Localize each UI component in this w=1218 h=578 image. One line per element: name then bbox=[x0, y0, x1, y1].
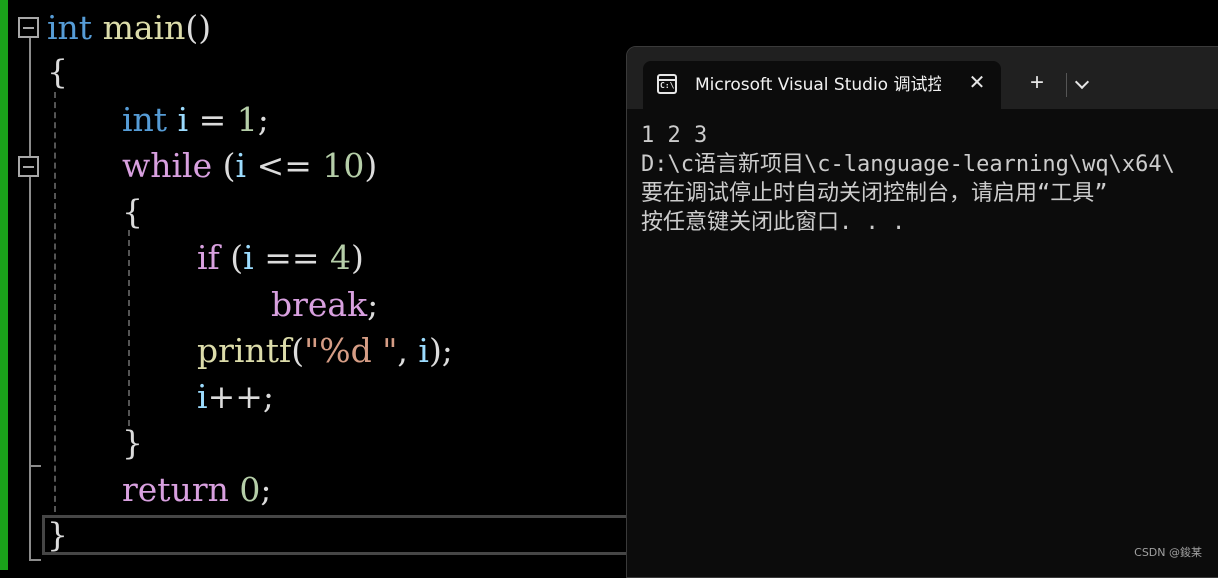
code-token: if bbox=[197, 238, 220, 277]
code-token: } bbox=[47, 515, 68, 554]
indent-guide bbox=[128, 230, 130, 426]
code-token: 10 bbox=[322, 146, 365, 185]
code-token: ( bbox=[219, 238, 244, 277]
code-line[interactable]: } bbox=[47, 513, 68, 557]
indent-guide bbox=[54, 92, 56, 512]
fold-main-icon[interactable] bbox=[18, 17, 39, 38]
code-token: ( bbox=[291, 331, 305, 370]
console-output-line: D:\c语言新项目\c-language-learning\wq\x64\ bbox=[641, 152, 1175, 177]
code-token: ; bbox=[260, 470, 272, 509]
code-token: 4 bbox=[330, 238, 351, 277]
code-line[interactable]: if (i == 4) bbox=[197, 236, 364, 280]
code-token: ( bbox=[212, 146, 236, 185]
code-token: break bbox=[271, 285, 368, 324]
change-tracking-bar bbox=[0, 0, 8, 570]
fold-line bbox=[29, 467, 31, 561]
code-line[interactable]: int main() bbox=[47, 6, 211, 50]
code-line[interactable]: while (i <= 10) bbox=[122, 144, 377, 188]
code-token: { bbox=[122, 192, 143, 231]
code-line[interactable]: return 0; bbox=[122, 468, 271, 512]
current-line-highlight bbox=[42, 515, 682, 555]
code-line[interactable]: { bbox=[122, 190, 143, 234]
code-token: return bbox=[122, 470, 229, 509]
code-token: ) bbox=[351, 238, 364, 277]
code-token: <= bbox=[246, 146, 323, 185]
fold-end-mark bbox=[29, 559, 41, 561]
code-token: 0 bbox=[239, 470, 261, 509]
code-line[interactable]: break; bbox=[271, 283, 378, 327]
code-token: printf bbox=[197, 331, 292, 370]
code-token: } bbox=[122, 423, 143, 462]
console-titlebar[interactable]: C:\ Microsoft Visual Studio 调试控制台 ✕ + bbox=[627, 47, 1218, 109]
code-token: while bbox=[122, 146, 213, 185]
console-tab[interactable]: C:\ Microsoft Visual Studio 调试控制台 ✕ bbox=[643, 61, 1001, 109]
code-token: i bbox=[418, 331, 429, 370]
code-token: i bbox=[197, 377, 208, 416]
close-tab-icon[interactable]: ✕ bbox=[965, 71, 989, 95]
code-token: ; bbox=[257, 100, 269, 139]
new-tab-button[interactable]: + bbox=[1023, 69, 1051, 97]
chevron-down-icon[interactable] bbox=[1069, 71, 1095, 97]
code-token: = bbox=[188, 100, 237, 139]
fold-while-icon[interactable] bbox=[18, 156, 39, 177]
code-line[interactable]: printf("%d ", i); bbox=[197, 329, 453, 373]
code-token: int bbox=[122, 100, 168, 139]
code-token: () bbox=[185, 8, 212, 47]
code-token: i bbox=[243, 238, 254, 277]
code-token: int bbox=[47, 8, 93, 47]
console-output-line: 要在调试停止时自动关闭控制台，请启用“工具” bbox=[641, 181, 1108, 206]
code-line[interactable]: i++; bbox=[197, 375, 274, 419]
titlebar-divider bbox=[1066, 73, 1067, 97]
code-line[interactable]: } bbox=[122, 421, 143, 465]
fold-line bbox=[29, 38, 31, 158]
code-token: main bbox=[102, 8, 186, 47]
code-token: ; bbox=[367, 285, 379, 324]
code-line[interactable]: int i = 1; bbox=[122, 98, 269, 142]
code-token: ++; bbox=[207, 377, 274, 416]
code-token: i bbox=[177, 100, 189, 139]
code-line[interactable]: { bbox=[47, 50, 68, 94]
terminal-icon: C:\ bbox=[657, 74, 677, 94]
code-token: { bbox=[47, 52, 68, 91]
code-token: ) bbox=[364, 146, 378, 185]
tab-title: Microsoft Visual Studio 调试控制台 bbox=[695, 75, 941, 95]
fold-line bbox=[29, 177, 31, 467]
code-token: , bbox=[397, 331, 419, 370]
debug-console-window[interactable]: C:\ Microsoft Visual Studio 调试控制台 ✕ + 1 … bbox=[626, 46, 1218, 578]
console-output-line: 按任意键关闭此窗口. . . bbox=[641, 210, 906, 235]
code-token: == bbox=[253, 238, 330, 277]
watermark-text: CSDN @鋑某 bbox=[1134, 546, 1202, 559]
code-token: "%d " bbox=[304, 331, 398, 370]
code-token: ); bbox=[428, 331, 453, 370]
console-output-line: 1 2 3 bbox=[641, 123, 708, 148]
code-token: 1 bbox=[236, 100, 258, 139]
code-token: i bbox=[235, 146, 247, 185]
